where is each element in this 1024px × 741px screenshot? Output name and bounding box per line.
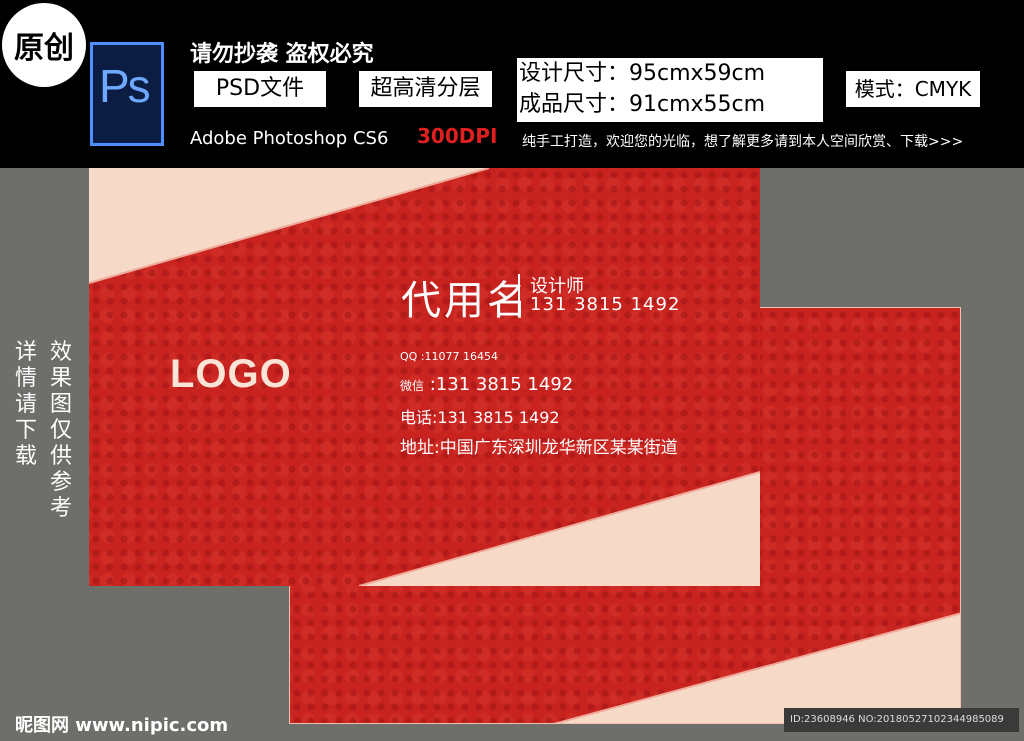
wechat-label: 微信 [400, 379, 425, 393]
handmade-note[interactable]: 纯手工打造，欢迎您的光临，想了解更多请到本人空间欣赏、下载>>> [522, 131, 963, 151]
copyright-warning: 请勿抄袭 盗权必究 [190, 42, 374, 67]
color-mode-label: 模式：CMYK [846, 71, 980, 107]
download-note: 详情请下载 [14, 340, 37, 469]
card-name: 代用名 [401, 278, 530, 324]
address-value: :中国广东深圳龙华新区某某街道 [434, 438, 678, 458]
image-id-bar: ID:23608946 NO:20180527102344985089 [784, 708, 1019, 732]
effect-note: 效果图仅供参考 [49, 340, 72, 521]
qq-label: QQ [400, 350, 418, 363]
dpi-label: 300DPI [417, 124, 498, 148]
card-front: LOGO 代用名 设计师 131 3815 1492 QQ :11077 164… [89, 168, 760, 586]
file-type-label: PSD文件 [194, 71, 326, 107]
wechat-value: :131 3815 1492 [424, 374, 574, 395]
name-divider [518, 274, 520, 314]
photoshop-icon: Ps [90, 42, 164, 146]
ps-logo-text: Ps [99, 60, 151, 112]
size-info-box: 设计尺寸：95cmx59cm 成品尺寸：91cmx55cm [517, 58, 823, 122]
card-phone-top: 131 3815 1492 [530, 294, 681, 315]
qq-value: :11077 16454 [417, 350, 499, 363]
card-logo: LOGO [170, 352, 292, 396]
final-size: 成品尺寸：91cmx55cm [519, 92, 766, 117]
tel-row: 电话:131 3815 1492 [400, 404, 560, 428]
qq-row: QQ :11077 16454 [400, 350, 498, 363]
software-label: Adobe Photoshop CS6 [190, 128, 389, 149]
header-banner: 原创 Ps 请勿抄袭 盗权必究 PSD文件 超高清分层 设计尺寸：95cmx59… [0, 0, 1024, 168]
design-size: 设计尺寸：95cmx59cm [519, 61, 766, 86]
layering-label: 超高清分层 [359, 71, 492, 107]
address-row: 地址:中国广东深圳龙华新区某某街道 [400, 433, 678, 458]
tel-label: 电话 [400, 408, 433, 427]
site-watermark[interactable]: 昵图网 www.nipic.com [15, 711, 228, 737]
original-badge: 原创 [2, 3, 86, 87]
address-label: 地址 [400, 438, 434, 458]
tel-value: :131 3815 1492 [432, 408, 560, 427]
wechat-row: 微信 :131 3815 1492 [400, 374, 573, 395]
